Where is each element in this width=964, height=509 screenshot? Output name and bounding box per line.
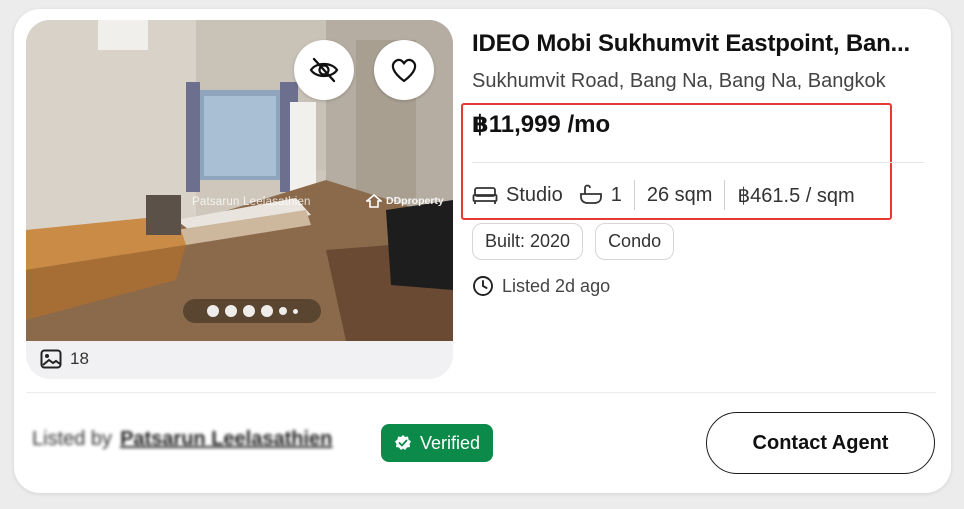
listing-tags: Built: 2020 Condo	[472, 223, 675, 260]
heart-icon	[391, 58, 417, 83]
spec-bedroom: Studio	[472, 184, 563, 207]
spec-separator	[633, 180, 635, 210]
bed-icon	[472, 187, 498, 204]
contact-agent-button[interactable]: Contact Agent	[706, 412, 935, 474]
pagination-dot[interactable]	[278, 307, 287, 315]
spec-bathrooms: 1	[579, 184, 622, 207]
spec-area: 26 sqm	[646, 183, 713, 206]
listing-title[interactable]: IDEO Mobi Sukhumvit Eastpoint, Ban...	[472, 30, 922, 58]
tag-property-type: Condo	[595, 223, 675, 260]
verified-badge-icon	[395, 435, 411, 450]
pagination-dot[interactable]	[224, 305, 237, 317]
listing-price: ฿11,999 /mo	[472, 111, 611, 138]
agent-info: Listed by Patsarun Leelasathien	[32, 428, 332, 451]
verified-badge: Verified	[381, 424, 494, 462]
pagination-dot[interactable]	[292, 308, 298, 314]
photo-pagination[interactable]	[183, 299, 321, 323]
favorite-button[interactable]	[374, 40, 434, 100]
photo-watermark-brand: DDproperty	[366, 194, 444, 208]
listed-time: Listed 2d ago	[472, 275, 610, 297]
spec-separator	[724, 180, 726, 210]
listing-address: Sukhumvit Road, Bang Na, Bang Na, Bangko…	[472, 70, 886, 92]
tag-built-year: Built: 2020	[472, 223, 584, 260]
image-icon	[40, 349, 62, 369]
spec-price-per-area: ฿461.5 / sqm	[737, 184, 855, 207]
verified-label: Verified	[420, 432, 481, 453]
pagination-dot[interactable]	[242, 305, 255, 317]
listing-specs: Studio 1 26 sqm ฿461.5 / sqm	[472, 178, 855, 212]
ddproperty-logo-icon	[366, 194, 382, 208]
pagination-dot[interactable]	[206, 305, 219, 317]
clock-icon	[473, 276, 493, 296]
agent-prefix: Listed by	[32, 428, 113, 450]
footer-divider	[26, 392, 936, 393]
listed-time-text: Listed 2d ago	[502, 275, 611, 296]
spec-bathrooms-value: 1	[610, 183, 622, 206]
agent-name-link[interactable]: Patsarun Leelasathien	[120, 428, 332, 451]
eye-off-icon	[309, 57, 339, 83]
hide-listing-button[interactable]	[294, 40, 354, 100]
photo-watermark-name: Patsarun Leelasathien	[192, 196, 311, 208]
bathtub-icon	[579, 184, 602, 204]
price-divider	[472, 162, 924, 163]
photo-count[interactable]: 18	[40, 349, 89, 369]
photo-count-value: 18	[70, 349, 89, 368]
spec-bedroom-value: Studio	[506, 183, 563, 206]
photo-watermark-brand-text: DDproperty	[386, 195, 444, 207]
pagination-dot[interactable]	[260, 305, 273, 317]
photo-gallery[interactable]: Patsarun Leelasathien DDproperty 18	[26, 20, 453, 379]
